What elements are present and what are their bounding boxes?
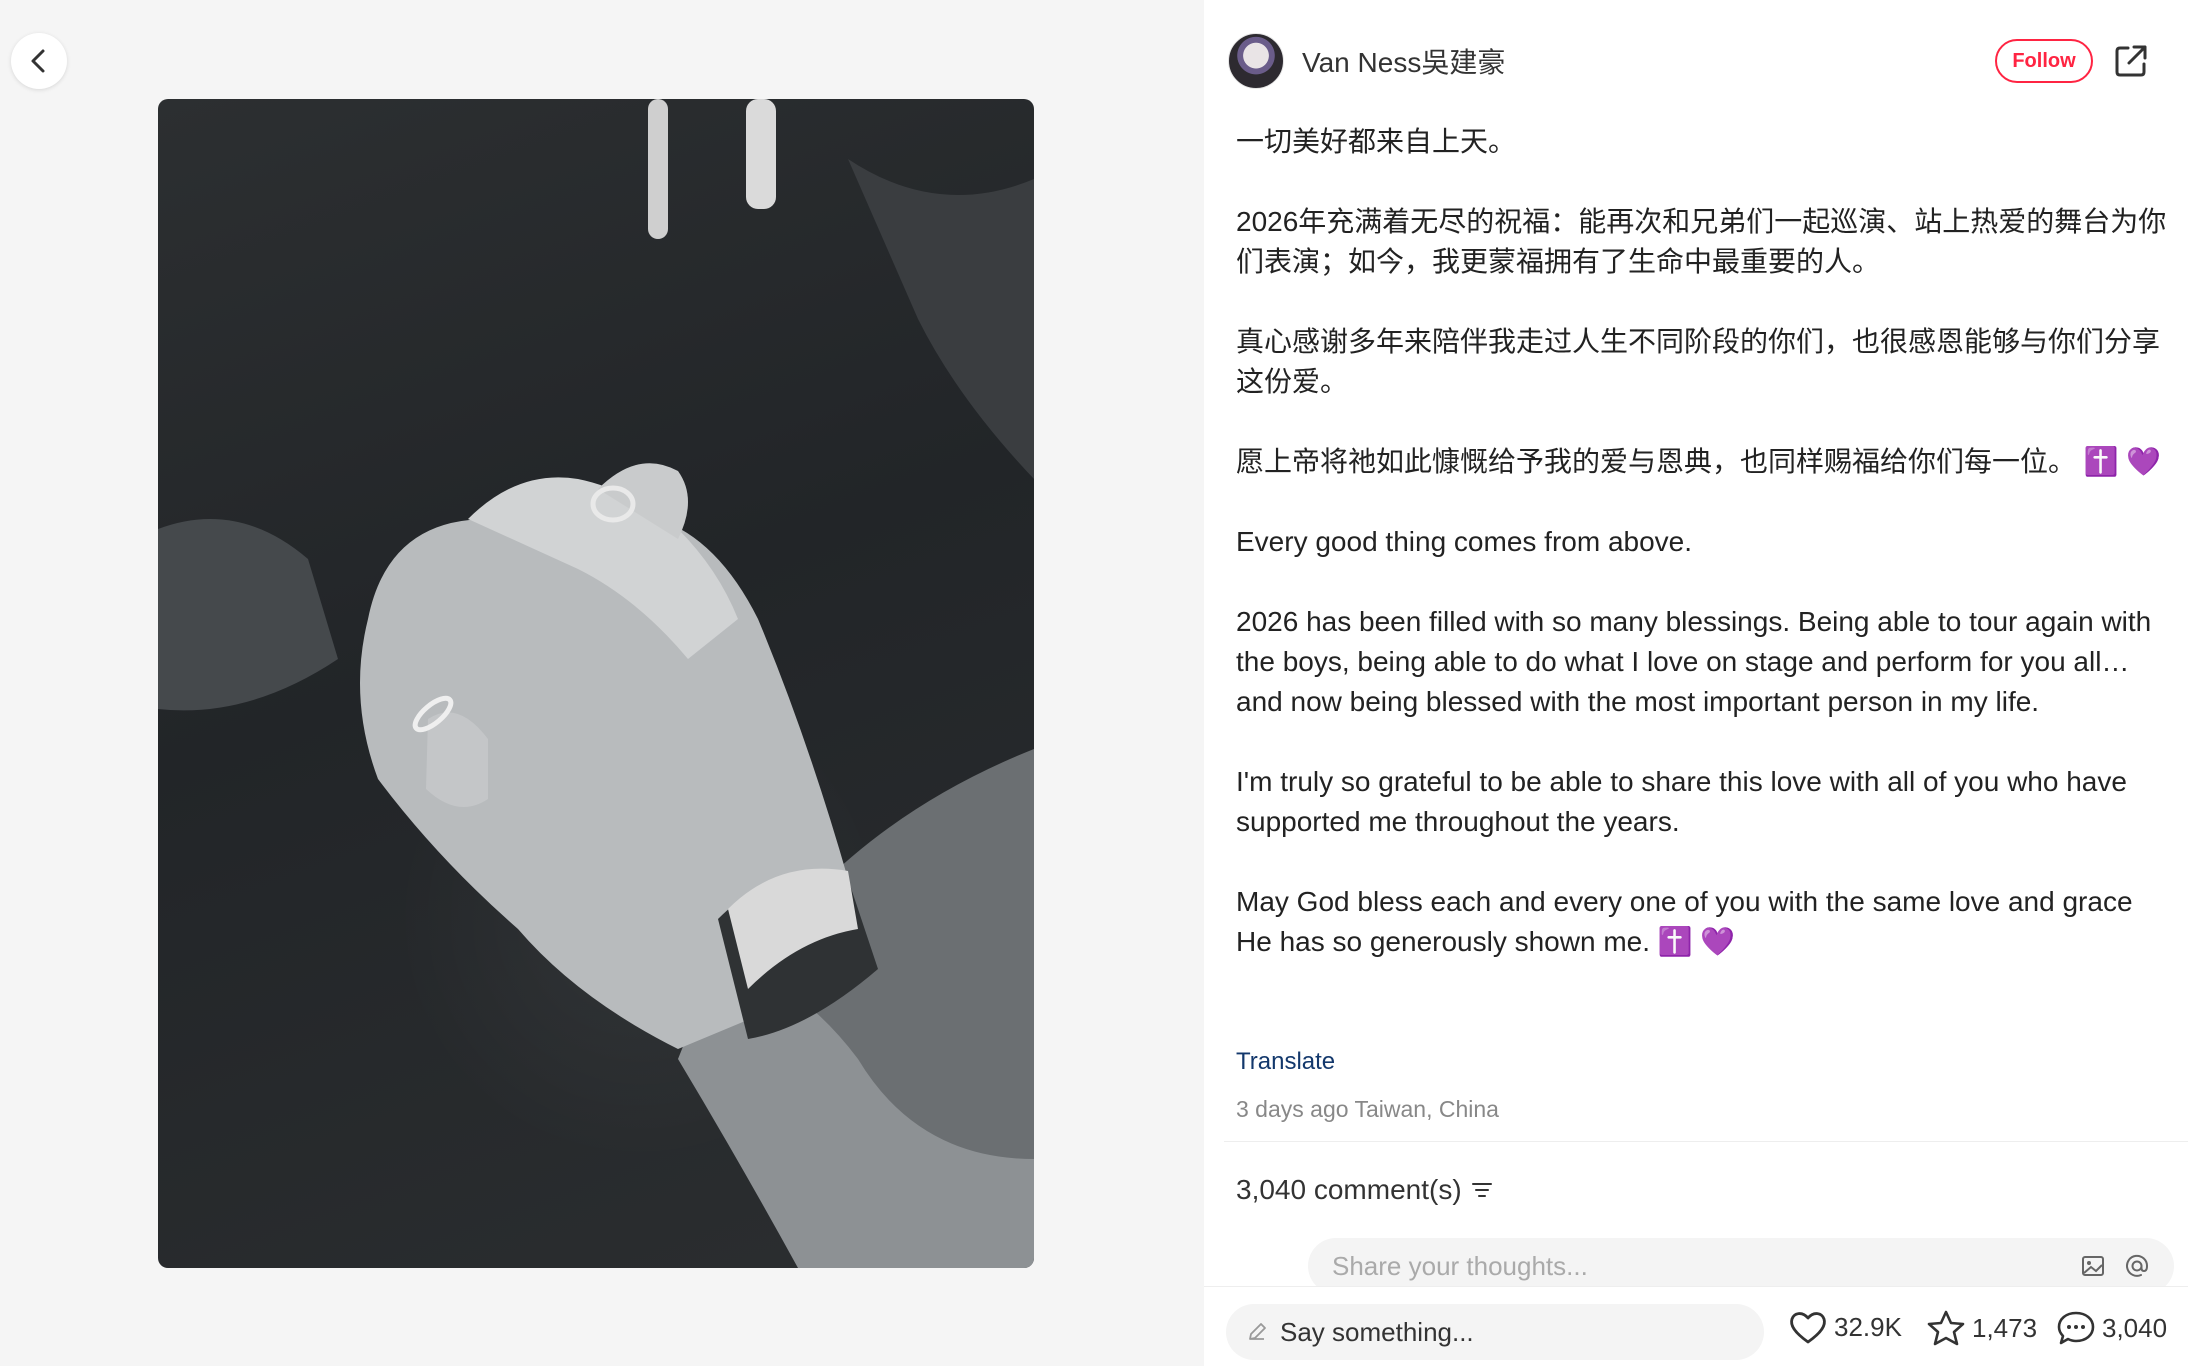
post-photo[interactable] (158, 99, 1034, 1268)
post-paragraph: Every good thing comes from above. (1236, 526, 1693, 557)
like-button[interactable]: 32.9K (1788, 1309, 1902, 1345)
collect-count: 1,473 (1972, 1312, 2038, 1343)
divider (1224, 1141, 2188, 1142)
avatar[interactable] (1228, 33, 1284, 89)
author-header: Van Ness吳建豪 (1228, 32, 1505, 90)
post-paragraph: 愿上帝将祂如此慷慨给予我的爱与恩典，也同样赐福给你们每一位。 ✝️ 💜 (1236, 446, 2162, 477)
say-something-input[interactable]: Say something... (1226, 1304, 1764, 1360)
say-something-placeholder: Say something... (1280, 1316, 1474, 1347)
follow-button[interactable]: Follow (1995, 39, 2093, 83)
pencil-icon (1246, 1321, 1268, 1343)
post-paragraph: I'm truly so grateful to be able to shar… (1236, 766, 2135, 837)
star-icon (1927, 1310, 1965, 1346)
post-detail-pane: Van Ness吳建豪 Follow 一切美好都来自上天。 2026年充满着无尽… (1204, 0, 2188, 1367)
post-paragraph: 真心感谢多年来陪伴我走过人生不同阶段的你们，也很感恩能够与你们分享这份爱。 (1236, 326, 2161, 397)
filter-icon[interactable] (1470, 1178, 1494, 1202)
comment-count: 3,040 (2102, 1312, 2168, 1343)
hands-illustration (158, 99, 1034, 1268)
comment-button[interactable]: 3,040 (2056, 1309, 2167, 1347)
author-name[interactable]: Van Ness吳建豪 (1302, 41, 1505, 81)
at-icon[interactable] (2124, 1253, 2150, 1279)
engagement-bar: Say something... 32.9K 1,473 3,040 (1204, 1286, 2188, 1367)
collect-button[interactable]: 1,473 (1926, 1309, 2037, 1347)
like-count: 32.9K (1834, 1311, 1902, 1342)
comments-count: 3,040 comment(s) (1236, 1174, 1462, 1205)
comments-header: 3,040 comment(s) (1236, 1174, 1494, 1206)
share-icon (2115, 45, 2147, 77)
post-content: 一切美好都来自上天。 2026年充满着无尽的祝福：能再次和兄弟们一起巡演、站上热… (1236, 122, 2176, 962)
post-paragraph: May God bless each and every one of you … (1236, 886, 2141, 957)
post-paragraph: 2026 has been filled with so many blessi… (1236, 606, 2160, 717)
comment-icon (2057, 1311, 2095, 1345)
post-meta: 3 days ago Taiwan, China (1236, 1096, 1499, 1122)
post-paragraph: 2026年充满着无尽的祝福：能再次和兄弟们一起巡演、站上热爱的舞台为你们表演；如… (1236, 206, 2167, 277)
back-arrow-icon (31, 49, 45, 73)
share-button[interactable] (2112, 42, 2150, 80)
image-icon[interactable] (2080, 1253, 2106, 1279)
comment-placeholder: Share your thoughts... (1332, 1250, 1588, 1281)
post-paragraph: 一切美好都来自上天。 (1236, 126, 1517, 157)
translate-link[interactable]: Translate (1236, 1048, 1335, 1076)
heart-icon (1790, 1312, 1826, 1344)
media-pane (0, 0, 1204, 1366)
back-button[interactable] (11, 33, 67, 89)
